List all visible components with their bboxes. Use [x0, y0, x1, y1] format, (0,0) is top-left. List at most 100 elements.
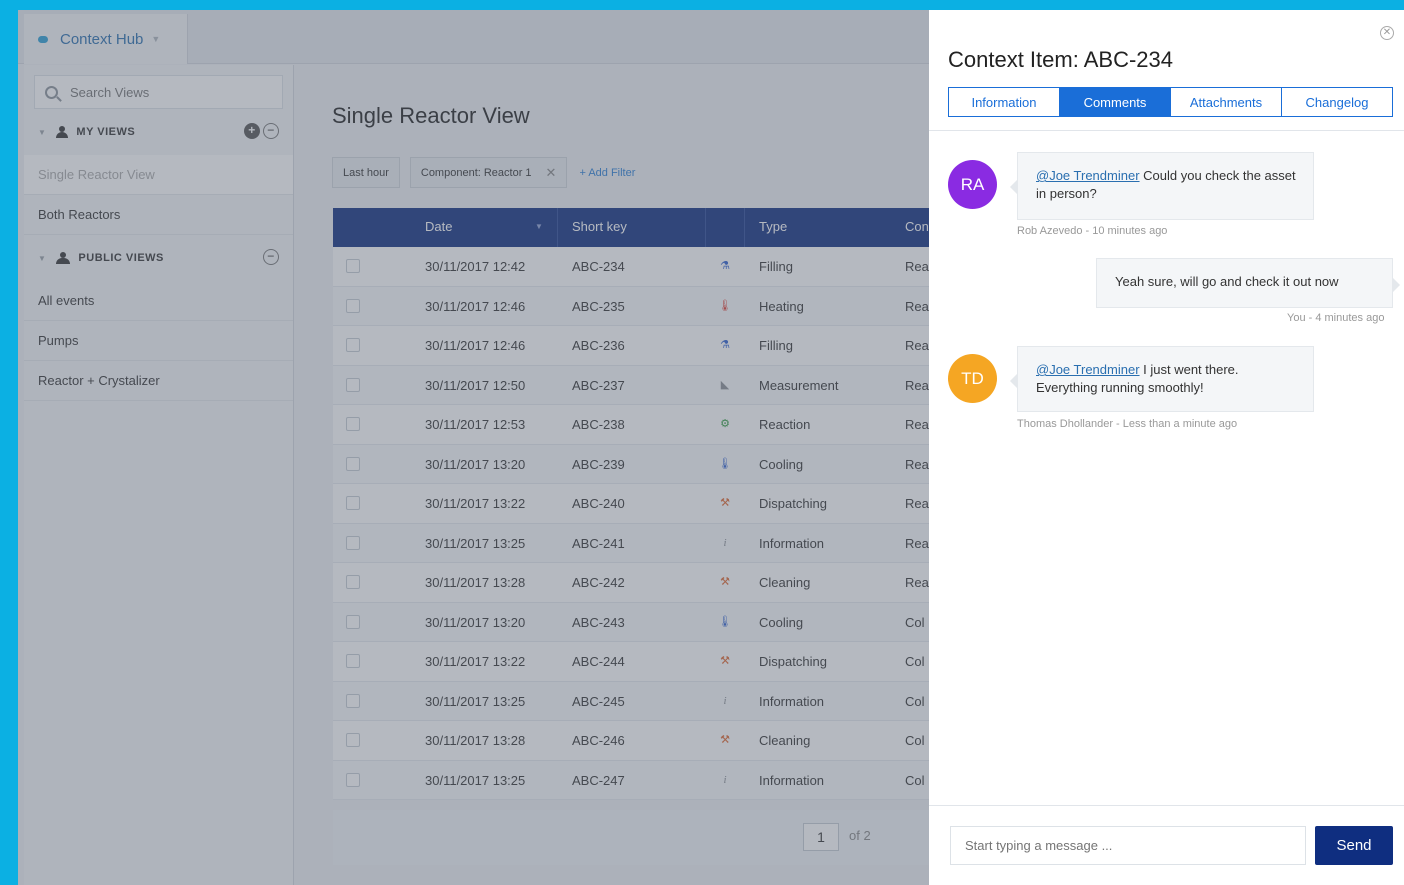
row-checkbox[interactable] — [346, 654, 360, 668]
public-views-header[interactable]: ▼ PUBLIC VIEWS − — [24, 235, 293, 281]
close-icon[interactable]: ✕ — [546, 165, 557, 181]
context-item-panel: ✕ Context Item: ABC-234 Information Comm… — [929, 10, 1404, 885]
chevron-down-icon[interactable]: ▼ — [38, 128, 46, 137]
table-row[interactable]: 30/11/2017 12:53 ABC-238 ⚙ Reaction Rea — [333, 405, 933, 445]
remove-view-icon[interactable]: − — [263, 249, 279, 265]
sidebar-item-label: All events — [38, 293, 95, 308]
send-button[interactable]: Send — [1315, 826, 1393, 865]
row-checkbox[interactable] — [346, 298, 360, 313]
thermometer-icon: 🌡 — [718, 457, 732, 470]
component-filter-chip[interactable]: Component: Reactor 1 ✕ — [409, 157, 568, 188]
comment-meta: You - 4 minutes ago — [1287, 312, 1385, 324]
search-box[interactable] — [34, 75, 283, 109]
comment-text: Yeah sure, will go and check it out now — [1115, 274, 1339, 289]
sidebar-item-label: Single Reactor View — [38, 167, 155, 182]
page-number-input[interactable]: 1 — [803, 823, 839, 851]
table-row[interactable]: 30/11/2017 13:28 ABC-246 ⚒ Cleaning Col — [333, 721, 933, 761]
component-filter-label: Component: Reactor 1 — [420, 166, 532, 179]
tab-comments[interactable]: Comments — [1060, 88, 1171, 116]
sidebar-item-label: Reactor + Crystalizer — [38, 373, 160, 388]
table-row[interactable]: 30/11/2017 13:20 ABC-239 🌡 Cooling Rea — [333, 444, 933, 484]
flask-icon: ⚗ — [720, 260, 730, 272]
sidebar-item-reactor-crystalizer[interactable]: Reactor + Crystalizer — [24, 361, 293, 401]
chevron-down-icon[interactable]: ▼ — [38, 254, 46, 263]
sidebar-item-both-reactors[interactable]: Both Reactors — [24, 195, 293, 235]
row-checkbox[interactable] — [346, 456, 360, 471]
cell-component: Rea — [905, 456, 929, 472]
column-divider — [705, 208, 706, 247]
table-row[interactable]: 30/11/2017 13:22 ABC-244 ⚒ Dispatching Col — [333, 642, 933, 682]
row-checkbox[interactable] — [346, 535, 360, 550]
user-mention-link[interactable]: @Joe Trendminer — [1036, 362, 1140, 377]
table-row[interactable]: 30/11/2017 12:42 ABC-234 ⚗ Filling Rea — [333, 247, 933, 287]
cell-date: 30/11/2017 13:25 — [425, 693, 526, 709]
column-header-date[interactable]: Date — [425, 219, 452, 234]
app-background: Context Hub ▼ ▼ MY VIEWS + − Single Reac… — [18, 10, 933, 885]
comment-meta: Rob Azevedo - 10 minutes ago — [1017, 225, 1168, 237]
cell-date: 30/11/2017 13:25 — [425, 772, 526, 788]
ruler-icon: ◣ — [720, 378, 730, 391]
avatar: RA — [948, 160, 997, 209]
brand-switcher[interactable]: Context Hub ▼ — [24, 14, 188, 64]
cell-type: Information — [759, 693, 825, 709]
cell-short-key: ABC-240 — [572, 496, 625, 511]
row-checkbox[interactable] — [346, 772, 360, 787]
row-checkbox[interactable] — [346, 614, 360, 629]
table-row[interactable]: 30/11/2017 13:20 ABC-243 🌡 Cooling Col — [333, 602, 933, 642]
column-header-type[interactable]: Type — [759, 219, 787, 234]
row-checkbox[interactable] — [346, 417, 360, 431]
row-checkbox[interactable] — [346, 259, 360, 273]
close-icon[interactable]: ✕ — [1380, 26, 1394, 40]
cell-date: 30/11/2017 13:28 — [425, 733, 526, 748]
sidebar-item-all-events[interactable]: All events — [24, 281, 293, 321]
cell-date: 30/11/2017 12:46 — [425, 298, 526, 314]
row-checkbox[interactable] — [346, 377, 360, 392]
row-checkbox[interactable] — [346, 575, 360, 589]
add-view-icon[interactable]: + — [244, 123, 260, 139]
sidebar: ▼ MY VIEWS + − Single Reactor View Both … — [24, 65, 294, 885]
my-views-header[interactable]: ▼ MY VIEWS + − — [24, 109, 293, 155]
add-filter-link[interactable]: + Add Filter — [579, 167, 635, 179]
tab-attachments[interactable]: Attachments — [1171, 88, 1282, 116]
user-icon — [56, 126, 69, 138]
row-checkbox[interactable] — [346, 693, 360, 708]
flask-icon: ⚗ — [720, 339, 730, 351]
cell-component: Rea — [905, 338, 929, 353]
table-row[interactable]: 30/11/2017 13:25 ABC-245 i Information Col — [333, 681, 933, 721]
sort-caret-icon[interactable]: ▼ — [535, 222, 543, 231]
table-row[interactable]: 30/11/2017 12:46 ABC-236 ⚗ Filling Rea — [333, 326, 933, 366]
column-header-short-key[interactable]: Short key — [572, 219, 627, 234]
sidebar-item-single-reactor-view[interactable]: Single Reactor View — [24, 155, 293, 195]
cell-component: Col — [905, 614, 925, 630]
events-table: Date ▼ Short key Type Con 30/11/2017 12:… — [333, 208, 933, 800]
thermometer-icon: 🌡 — [718, 299, 732, 312]
table-row[interactable]: 30/11/2017 13:28 ABC-242 ⚒ Cleaning Rea — [333, 563, 933, 603]
column-header-component[interactable]: Con — [905, 219, 929, 234]
info-icon: i — [723, 773, 727, 786]
time-filter-chip[interactable]: Last hour — [332, 157, 400, 188]
table-row[interactable]: 30/11/2017 12:46 ABC-235 🌡 Heating Rea — [333, 286, 933, 326]
cell-component: Rea — [905, 377, 929, 393]
tab-information[interactable]: Information — [949, 88, 1060, 116]
tab-changelog[interactable]: Changelog — [1282, 88, 1392, 116]
sidebar-item-pumps[interactable]: Pumps — [24, 321, 293, 361]
thermometer-icon: 🌡 — [718, 615, 732, 628]
cell-date: 30/11/2017 13:28 — [425, 575, 526, 590]
top-bar: Context Hub ▼ — [18, 10, 929, 64]
search-input[interactable] — [70, 84, 270, 100]
table-row[interactable]: 30/11/2017 12:50 ABC-237 ◣ Measurement Rea — [333, 365, 933, 405]
user-mention-link[interactable]: @Joe Trendminer — [1036, 168, 1140, 183]
row-checkbox[interactable] — [346, 338, 360, 352]
cell-type: Cleaning — [759, 733, 811, 748]
chevron-down-icon: ▼ — [151, 34, 161, 44]
table-row[interactable]: 30/11/2017 13:25 ABC-247 i Information Col — [333, 760, 933, 800]
cell-component: Col — [905, 693, 925, 709]
row-checkbox[interactable] — [346, 496, 360, 510]
remove-view-icon[interactable]: − — [263, 123, 279, 139]
message-input[interactable] — [950, 826, 1306, 865]
table-row[interactable]: 30/11/2017 13:22 ABC-240 ⚒ Dispatching Rea — [333, 484, 933, 524]
table-row[interactable]: 30/11/2017 13:25 ABC-241 i Information Rea — [333, 523, 933, 563]
row-checkbox[interactable] — [346, 733, 360, 747]
cell-date: 30/11/2017 13:22 — [425, 496, 526, 511]
cell-component: Rea — [905, 575, 929, 590]
